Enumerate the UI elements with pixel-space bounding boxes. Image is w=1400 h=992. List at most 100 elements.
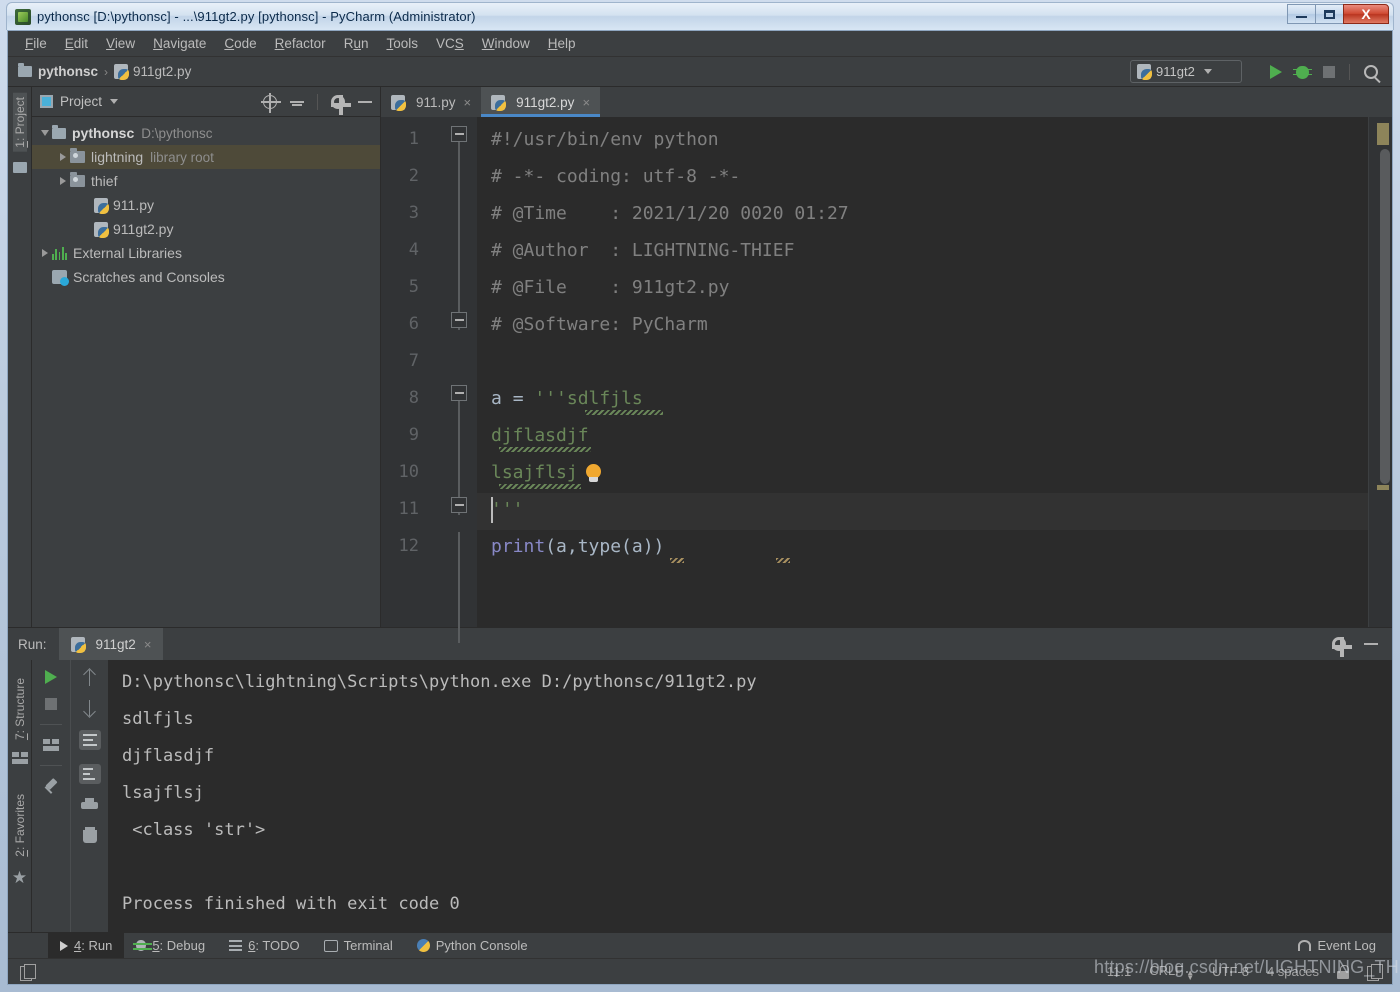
toolwindow-debug[interactable]: 5: Debug [124,933,217,959]
code-line[interactable]: # @Software: PyCharm [491,314,708,335]
toolwindow-todo[interactable]: 6: TODO [217,933,312,959]
search-icon[interactable] [1364,65,1378,79]
menu-vcs[interactable]: VCS [427,33,473,54]
menu-file[interactable]: File [16,33,56,54]
close-icon[interactable]: × [144,637,152,652]
menu-refactor[interactable]: Refactor [266,33,335,54]
close-button[interactable]: X [1343,4,1389,24]
file-encoding[interactable]: UTF-8 [1212,964,1249,979]
code-line[interactable]: lsajflsj [491,462,578,483]
code-line[interactable]: print(a,type(a)) [491,536,664,557]
code-line[interactable]: a = '''sdlfjls [491,388,643,409]
soft-wrap-icon[interactable] [78,730,101,750]
event-log-button[interactable]: Event Log [1298,938,1376,953]
close-icon[interactable]: × [582,95,590,110]
code-token: # -*- coding: utf-8 -*- [491,166,741,187]
locate-icon[interactable] [261,93,281,113]
stop-icon[interactable] [1323,66,1335,78]
sidebar-item-project[interactable]: 1: Project [12,93,27,152]
toolwindow-terminal[interactable]: Terminal [312,933,405,959]
editor-scrollbar[interactable] [1380,149,1390,484]
code-text[interactable]: #!/usr/bin/env python # -*- coding: utf-8… [477,117,1368,627]
scroll-to-end-icon[interactable] [78,764,101,784]
chevron-right-icon[interactable] [56,177,70,185]
run-session-tab[interactable]: 911gt2 × [58,628,164,660]
tree-node-scratches-and-consoles[interactable]: Scratches and Consoles [32,265,380,289]
indent-setting[interactable]: 4 spaces [1267,964,1319,979]
up-icon[interactable] [83,670,96,686]
run-configuration-selector[interactable]: 911gt2 [1130,60,1242,83]
hide-icon[interactable] [358,101,372,103]
tree-node-pythonsc[interactable]: pythonsc D:\pythonsc [32,121,380,145]
fold-collapse-icon[interactable] [451,497,467,513]
sidebar-item-favorites[interactable]: 2: Favorites [13,790,27,861]
caret-position[interactable]: 11:1 [1107,964,1131,979]
fold-expand-icon[interactable] [451,385,467,407]
branch-icon[interactable] [1367,964,1383,981]
stop-icon[interactable] [45,698,57,710]
settings-icon[interactable] [331,95,351,115]
chevron-down-icon[interactable] [38,130,52,136]
maximize-button[interactable] [1315,4,1344,24]
project-pane-title: Project [60,94,103,109]
console-scrollbar[interactable] [1380,660,1392,932]
menu-run[interactable]: Run [335,33,378,54]
menu-help[interactable]: Help [539,33,585,54]
fold-collapse-icon[interactable] [451,312,467,328]
line-separator[interactable]: CRLF ▲ ▼ [1149,963,1194,982]
code-line[interactable]: # @Time : 2021/1/20 0020 01:27 [491,203,849,224]
editor-gutter[interactable]: 1 2 3 4 5 6 7 8 9 10 11 12 [381,117,477,643]
close-icon[interactable]: × [464,95,472,110]
code-line[interactable]: #!/usr/bin/env python [491,129,719,150]
menu-edit[interactable]: Edit [56,33,97,54]
chevron-right-icon[interactable] [38,249,52,257]
fold-expand-icon[interactable] [451,126,467,148]
lock-icon[interactable] [1337,964,1349,979]
tree-node-external-libraries[interactable]: External Libraries [32,241,380,265]
collapse-all-icon[interactable] [290,95,304,109]
editor-tab-911-py[interactable]: 911.py × [381,87,481,117]
editor-tab-911gt2-py[interactable]: 911gt2.py × [481,87,601,117]
breadcrumb-file[interactable]: 911gt2.py [114,64,191,80]
editor-marker-bar[interactable] [1368,117,1392,627]
tree-node-911-py[interactable]: 911.py [32,193,380,217]
menu-view[interactable]: View [97,33,144,54]
chevron-right-icon[interactable] [56,153,70,161]
menu-window[interactable]: Window [473,33,539,54]
warning-marker[interactable] [1377,485,1389,490]
clear-all-icon[interactable] [82,827,97,843]
intention-bulb-icon[interactable] [585,464,603,483]
breadcrumb-project[interactable]: pythonsc [18,63,98,79]
code-line[interactable]: djflasdjf [491,425,589,446]
run-icon[interactable] [1270,65,1282,79]
code-line[interactable]: ''' [491,499,524,520]
rerun-icon[interactable] [45,670,57,684]
print-icon[interactable] [81,798,98,813]
stack-icon[interactable] [20,964,36,981]
code-line[interactable]: # @File : 911gt2.py [491,277,729,298]
code-line[interactable]: # -*- coding: utf-8 -*- [491,166,740,187]
code-line[interactable]: # @Author : LIGHTNING-THIEF [491,240,794,261]
sidebar-item-structure[interactable]: 7: Structure [13,674,27,744]
gear-icon[interactable] [1332,637,1352,657]
editor-tab-label: 911gt2.py [516,94,575,110]
hide-icon[interactable] [1364,643,1378,645]
chevron-down-icon[interactable] [110,99,119,104]
tree-node-thief[interactable]: thief [32,169,380,193]
minimize-button[interactable] [1287,4,1316,24]
code-editor[interactable]: 1 2 3 4 5 6 7 8 9 10 11 12 #!/usr/bin/env python # -… [381,117,1392,643]
tree-node-lightning[interactable]: lightning library root [32,145,380,169]
fold-column[interactable] [441,117,477,643]
layout-icon[interactable] [43,739,59,751]
toolwindow-run[interactable]: 4: Run [48,932,125,959]
menu-code[interactable]: Code [215,33,265,54]
error-marker[interactable] [1377,123,1389,145]
pin-icon[interactable] [43,780,60,797]
down-icon[interactable] [83,700,96,716]
toolwindow-python-console[interactable]: Python Console [405,933,540,959]
debug-icon[interactable] [1293,65,1312,79]
tree-node-911gt2-py[interactable]: 911gt2.py [32,217,380,241]
menu-navigate[interactable]: Navigate [144,33,215,54]
run-console-output[interactable]: D:\pythonsc\lightning\Scripts\python.exe… [108,660,1380,932]
menu-tools[interactable]: Tools [377,33,427,54]
